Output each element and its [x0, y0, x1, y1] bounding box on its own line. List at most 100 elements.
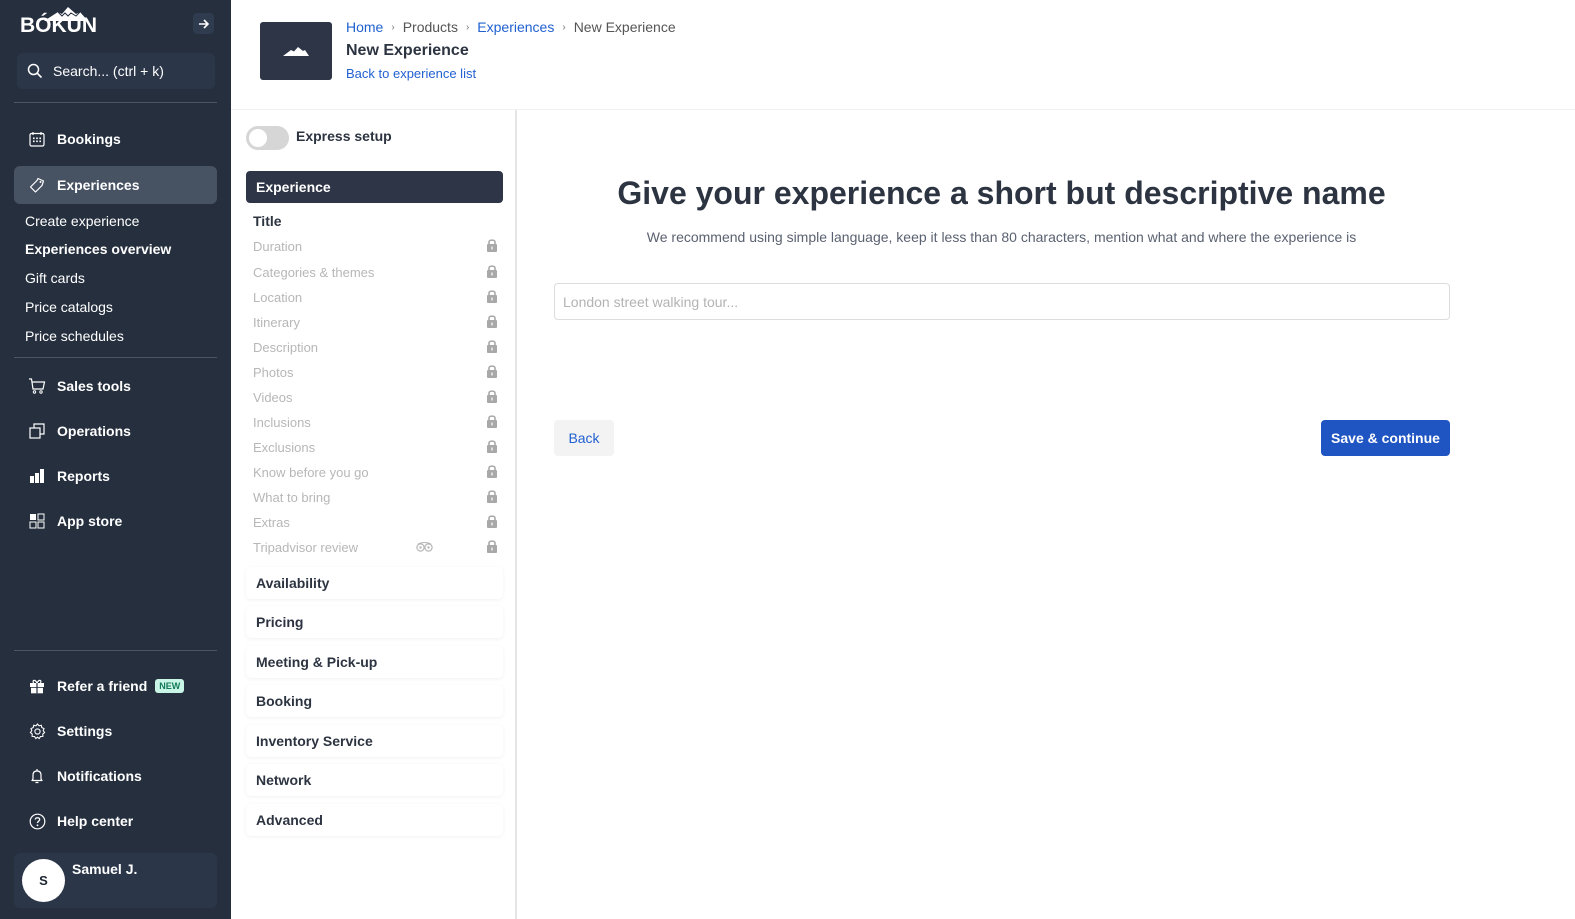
logo-text: BÓKUN: [20, 14, 97, 37]
nav-bookings[interactable]: Bookings: [14, 120, 217, 158]
new-badge: NEW: [155, 679, 185, 693]
lock-icon: [486, 314, 498, 331]
section-pricing[interactable]: Pricing: [246, 606, 503, 638]
express-setup-toggle[interactable]: [246, 126, 289, 150]
lock-icon: [486, 514, 498, 531]
lock-icon: [486, 339, 498, 356]
section-inventory-service[interactable]: Inventory Service: [246, 725, 503, 757]
nav-help-center[interactable]: Help center: [14, 802, 217, 840]
divider: [14, 650, 217, 651]
sub-step-label: What to bring: [253, 490, 331, 505]
sub-step-item: Photos: [253, 364, 498, 381]
sub-nav-price-catalogs[interactable]: Price catalogs: [25, 299, 113, 315]
sub-nav-experiences-overview[interactable]: Experiences overview: [25, 241, 171, 257]
sub-step-label: Description: [253, 340, 319, 355]
sub-step-label: Categories & themes: [253, 265, 375, 280]
nav-operations[interactable]: Operations: [14, 412, 217, 450]
sub-step-label: Itinerary: [253, 315, 300, 330]
lock-icon: [486, 264, 498, 281]
sub-step-item[interactable]: Title: [253, 213, 498, 229]
mountain-icon: [283, 47, 309, 56]
nav-label: Sales tools: [57, 378, 131, 394]
user-profile[interactable]: S Samuel J.: [14, 853, 217, 908]
sub-step-item: Exclusions: [253, 439, 498, 456]
nav-settings[interactable]: Settings: [14, 712, 217, 750]
section-network[interactable]: Network: [246, 764, 503, 796]
experience-name-input[interactable]: [554, 283, 1450, 320]
main-subheading: We recommend using simple language, keep…: [646, 229, 1357, 245]
sub-step-item: Categories & themes: [253, 264, 498, 281]
bell-icon: [28, 767, 46, 785]
section-advanced[interactable]: Advanced: [246, 804, 503, 836]
nav-refer-a-friend[interactable]: Refer a friend NEW: [14, 667, 217, 705]
sub-step-label: Inclusions: [253, 415, 311, 430]
breadcrumb-experiences[interactable]: Experiences: [477, 19, 554, 35]
breadcrumb-home[interactable]: Home: [346, 19, 383, 35]
nav-sales-tools[interactable]: Sales tools: [14, 367, 217, 405]
nav-label: Experiences: [57, 177, 140, 193]
sub-nav-gift-cards[interactable]: Gift cards: [25, 270, 85, 286]
nav-app-store[interactable]: App store: [14, 502, 217, 540]
lock-icon: [486, 539, 498, 556]
avatar: S: [22, 859, 65, 902]
sub-step-item: Know before you go: [253, 464, 498, 481]
sub-step-label: Extras: [253, 515, 290, 530]
lock-icon: [486, 414, 498, 431]
sub-step-label: Duration: [253, 239, 303, 254]
sub-step-item: Tripadvisor review: [253, 539, 498, 556]
bokun-logo[interactable]: BÓKUN: [20, 6, 97, 38]
nav-reports[interactable]: Reports: [14, 457, 217, 495]
main-heading: Give your experience a short but descrip…: [617, 175, 1386, 211]
express-setup-label: Express setup: [296, 128, 392, 144]
section-meeting-pick-up[interactable]: Meeting & Pick-up: [246, 646, 503, 678]
experience-thumbnail: [260, 22, 332, 80]
breadcrumb-separator: ›: [465, 21, 470, 33]
back-to-list-link[interactable]: Back to experience list: [346, 66, 476, 81]
lock-icon: [486, 289, 498, 306]
sub-step-item: Extras: [253, 514, 498, 531]
nav-label: Operations: [57, 423, 131, 439]
search-input[interactable]: Search... (ctrl + k): [17, 53, 215, 89]
arrow-right-icon: [198, 18, 209, 29]
sub-step-item: Videos: [253, 389, 498, 406]
page-title: New Experience: [346, 42, 469, 59]
nav-label: Notifications: [57, 768, 142, 784]
sub-step-label: Tripadvisor review: [253, 540, 358, 555]
sub-step-item: Description: [253, 339, 498, 356]
breadcrumb-products: Products: [402, 19, 458, 35]
toggle-knob: [249, 129, 267, 147]
nav-experiences[interactable]: Experiences: [14, 166, 217, 204]
section-availability[interactable]: Availability: [246, 567, 503, 599]
cart-icon: [28, 377, 46, 395]
bar-chart-icon: [28, 467, 46, 485]
gift-icon: [28, 677, 46, 695]
sub-step-label: Know before you go: [253, 465, 369, 480]
calendar-icon: [28, 130, 46, 148]
lock-icon: [486, 464, 498, 481]
breadcrumb: Home › Products › Experiences › New Expe…: [346, 19, 676, 35]
nav-label: App store: [57, 513, 123, 529]
section-experience[interactable]: Experience: [246, 171, 503, 203]
sub-step-label: Videos: [253, 390, 293, 405]
sub-step-item: Itinerary: [253, 314, 498, 331]
lock-icon: [486, 389, 498, 406]
lock-icon: [486, 364, 498, 381]
divider: [14, 357, 217, 358]
sub-step-label: Location: [253, 290, 303, 305]
sub-nav-price-schedules[interactable]: Price schedules: [25, 328, 124, 344]
steps-panel: Express setup Experience Title Duration Ca…: [231, 110, 517, 919]
sub-step-item: What to bring: [253, 489, 498, 506]
nav-notifications[interactable]: Notifications: [14, 757, 217, 795]
sub-step-label: Exclusions: [253, 440, 316, 455]
sub-step-label: Title: [253, 213, 282, 229]
back-button[interactable]: Back: [554, 420, 614, 456]
gear-icon: [28, 722, 46, 740]
nav-label: Bookings: [57, 131, 121, 147]
section-booking[interactable]: Booking: [246, 685, 503, 717]
apps-grid-icon: [28, 512, 46, 530]
nav-label: Refer a friend: [57, 678, 148, 694]
collapse-sidebar-button[interactable]: [193, 13, 214, 34]
save-continue-button[interactable]: Save & continue: [1321, 420, 1450, 456]
sub-nav-create-experience[interactable]: Create experience: [25, 213, 139, 229]
divider: [14, 102, 217, 103]
